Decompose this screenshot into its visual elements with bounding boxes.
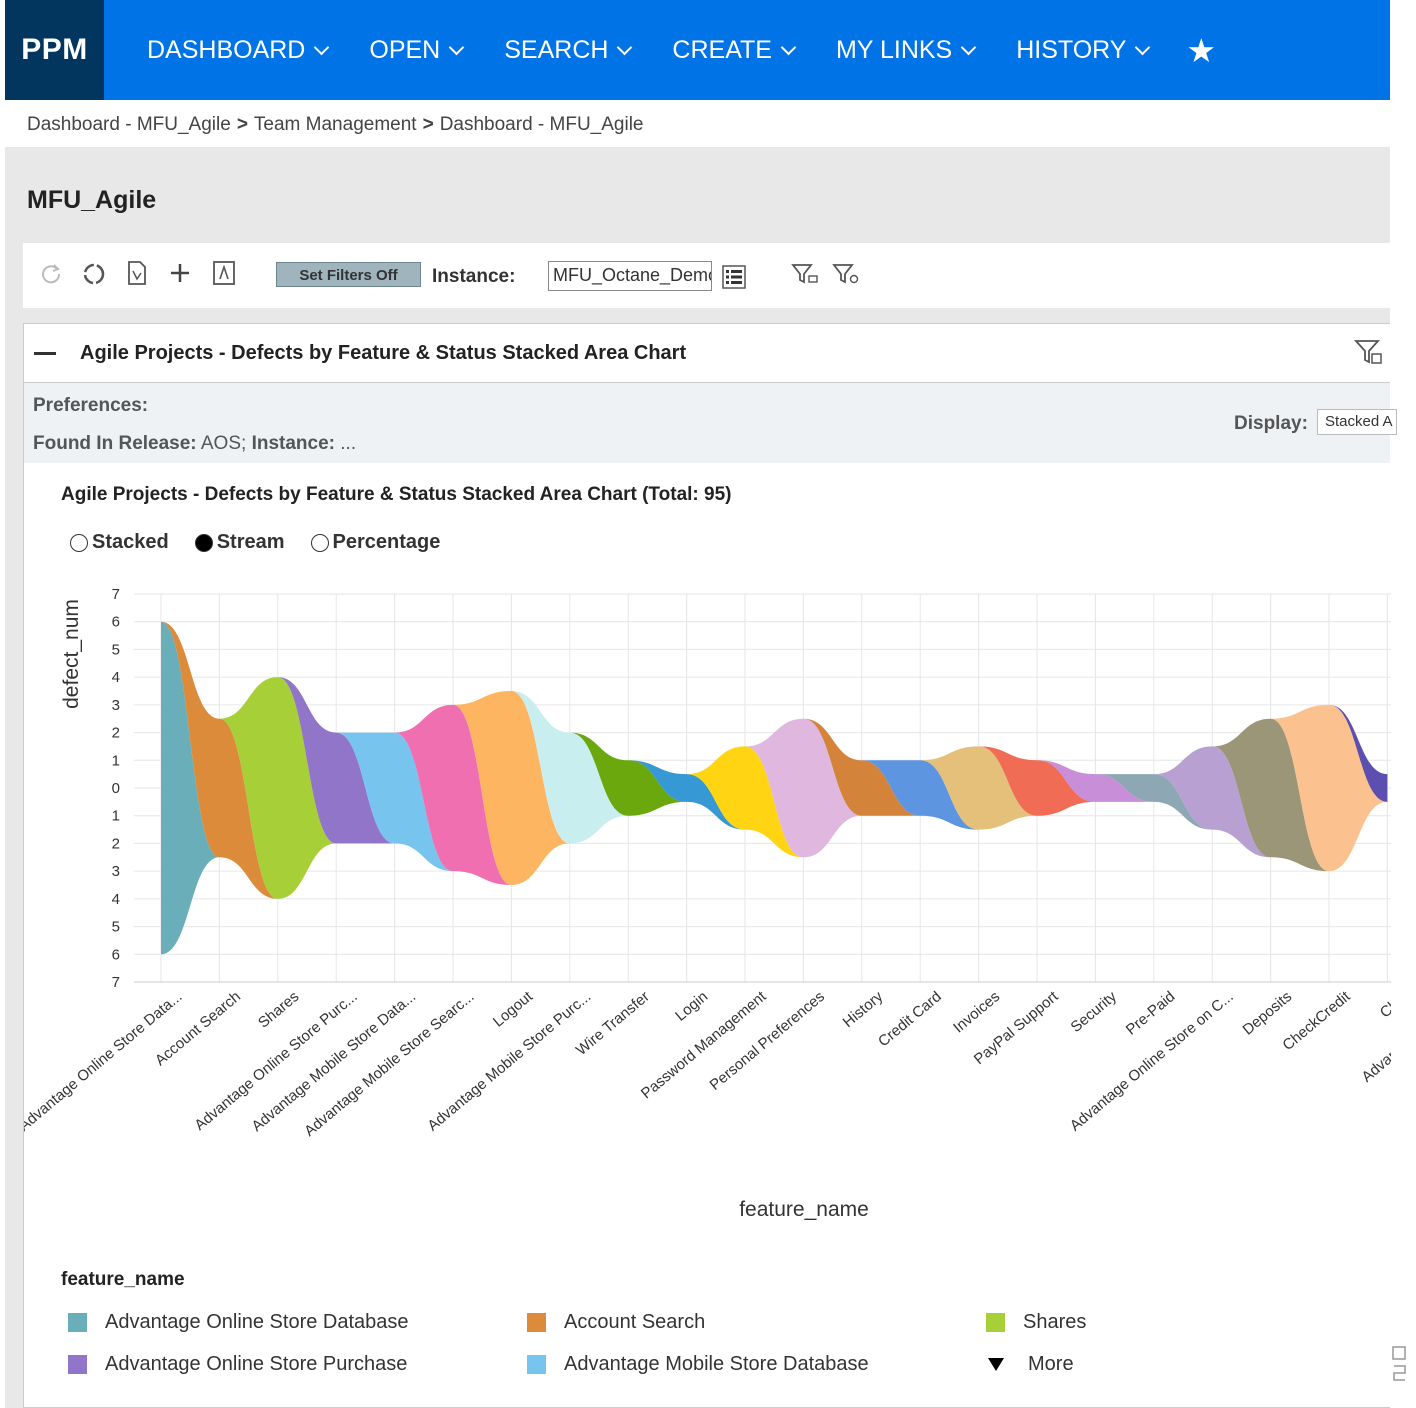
chevron-down-icon	[617, 39, 633, 55]
page-title: MFU_Agile	[27, 186, 157, 214]
top-nav-bar: PPM DASHBOARD OPEN SEARCH CREATE MY LINK…	[5, 0, 1390, 100]
y-tick-label: 2	[112, 835, 120, 852]
breadcrumb-item[interactable]: Dashboard - MFU_Agile	[27, 114, 231, 135]
menu-search[interactable]: SEARCH	[504, 35, 633, 65]
y-tick-label: 5	[112, 641, 120, 658]
y-tick-label: 4	[112, 669, 120, 686]
main-menu: DASHBOARD OPEN SEARCH CREATE MY LINKS HI…	[147, 0, 1216, 100]
x-tick-label: Login	[672, 988, 711, 1025]
menu-dashboard-label: DASHBOARD	[147, 35, 306, 64]
breadcrumb-item[interactable]: Team Management	[254, 114, 417, 135]
stream-chart: 765432101234567defect_numAdvantage Onlin…	[24, 586, 1391, 1221]
legend-swatch	[68, 1313, 87, 1332]
x-axis-label: feature_name	[739, 1198, 869, 1221]
y-tick-label: 3	[112, 697, 120, 714]
menu-open[interactable]: OPEN	[369, 35, 465, 65]
y-tick-label: 7	[112, 586, 120, 603]
x-tick-label: Security	[1068, 988, 1121, 1036]
y-tick-label: 1	[112, 808, 120, 825]
breadcrumb-separator: >	[236, 114, 248, 135]
x-tick-label: Ch...	[1377, 988, 1391, 1021]
x-tick-label: Logout	[490, 988, 537, 1031]
favorites-star-icon[interactable]: ★	[1186, 31, 1216, 70]
legend-more-label: More	[1028, 1353, 1074, 1375]
chevron-down-icon	[448, 39, 465, 55]
instance-label: Instance:	[432, 266, 516, 287]
triangle-down-icon	[988, 1358, 1004, 1371]
legend-swatch	[527, 1313, 546, 1332]
personalize-icon[interactable]	[210, 259, 238, 287]
instance-input[interactable]: MFU_Octane_Demo	[548, 261, 712, 291]
x-tick-label: Deposits	[1240, 988, 1296, 1039]
legend-label: Advantage Online Store Database	[105, 1311, 409, 1333]
filter-reset-icon[interactable]	[832, 262, 860, 286]
menu-history[interactable]: HISTORY	[1016, 35, 1151, 65]
set-filters-off-button[interactable]: Set Filters Off	[276, 262, 421, 287]
y-tick-label: 2	[112, 725, 120, 742]
legend-label: Account Search	[564, 1311, 706, 1333]
legend-item[interactable]: Account Search	[527, 1311, 705, 1334]
legend-label: Shares	[1023, 1311, 1087, 1333]
legend-swatch	[527, 1355, 546, 1374]
y-tick-label: 6	[112, 946, 120, 963]
menu-create-label: CREATE	[672, 35, 772, 64]
chevron-down-icon	[780, 39, 797, 55]
menu-create[interactable]: CREATE	[672, 35, 797, 65]
y-tick-label: 4	[112, 891, 120, 908]
legend-item[interactable]: Advantage Online Store Purchase	[68, 1353, 407, 1376]
reload-all-icon[interactable]	[80, 260, 108, 288]
breadcrumb-separator: >	[422, 114, 434, 135]
y-tick-label: 3	[112, 863, 120, 880]
x-tick-label: Pre-Paid	[1123, 988, 1179, 1039]
y-tick-label: 5	[112, 919, 120, 936]
y-tick-label: 7	[112, 974, 120, 991]
x-tick-label: Credit Card	[875, 988, 945, 1050]
legend-label: Advantage Online Store Purchase	[105, 1353, 408, 1375]
chevron-down-icon	[1135, 39, 1151, 55]
legend-item[interactable]: Advantage Mobile Store Database	[527, 1353, 869, 1376]
filter-edit-icon[interactable]	[791, 262, 819, 286]
side-logo-icon	[1392, 1346, 1406, 1381]
chart-portlet: Agile Projects - Defects by Feature & St…	[23, 323, 1397, 1408]
legend-title: feature_name	[61, 1269, 185, 1290]
legend-label: Advantage Mobile Store Database	[564, 1353, 869, 1375]
legend-more[interactable]: More	[988, 1353, 1074, 1376]
x-tick-label: Shares	[255, 988, 302, 1032]
refresh-icon[interactable]	[38, 261, 64, 287]
x-tick-label: History	[840, 988, 887, 1031]
dashboard-toolbar: Set Filters Off Instance: MFU_Octane_Dem…	[23, 243, 1390, 308]
legend-item[interactable]: Shares	[986, 1311, 1086, 1334]
menu-open-label: OPEN	[369, 35, 441, 64]
add-icon[interactable]	[168, 260, 192, 286]
menu-my-links-label: MY LINKS	[835, 35, 953, 64]
menu-dashboard[interactable]: DASHBOARD	[147, 35, 330, 65]
legend-swatch	[68, 1355, 87, 1374]
breadcrumb-item[interactable]: Dashboard - MFU_Agile	[440, 114, 644, 135]
legend-item[interactable]: Advantage Online Store Database	[68, 1311, 409, 1334]
chevron-down-icon	[314, 39, 330, 55]
y-tick-label: 6	[112, 614, 120, 631]
menu-search-label: SEARCH	[504, 35, 609, 64]
menu-history-label: HISTORY	[1016, 35, 1127, 64]
chevron-down-icon	[960, 39, 977, 55]
y-tick-label: 0	[112, 780, 120, 797]
ppm-logo[interactable]: PPM	[5, 0, 104, 100]
x-tick-label: Invoices	[950, 988, 1003, 1036]
breadcrumb: Dashboard - MFU_Agile > Team Management > Da…	[27, 114, 644, 136]
y-tick-label: 1	[112, 752, 120, 769]
x-tick-label: Personal Preferences	[707, 988, 828, 1094]
export-pdf-icon[interactable]	[124, 259, 150, 287]
menu-my-links[interactable]: MY LINKS	[835, 35, 977, 65]
legend-swatch	[986, 1313, 1005, 1332]
y-axis-label: defect_num	[60, 599, 83, 709]
list-picker-icon[interactable]	[722, 265, 746, 289]
